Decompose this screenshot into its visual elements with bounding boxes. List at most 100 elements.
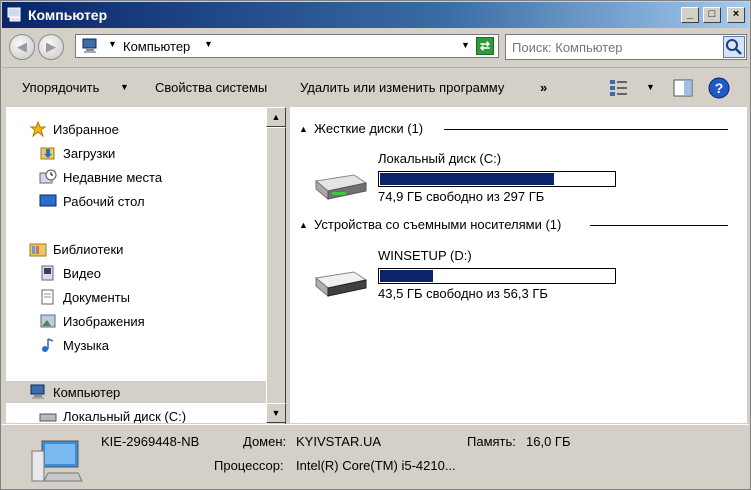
nav-item-favorites[interactable]: Избранное xyxy=(6,118,266,140)
drive-usage-bar xyxy=(378,268,616,284)
group-title: Жесткие диски (1) xyxy=(314,121,430,136)
nav-item-local-disk[interactable]: Локальный диск (C:) xyxy=(6,405,266,423)
arrow-right-icon: ▶ xyxy=(46,39,56,54)
downloads-folder-icon xyxy=(40,147,55,160)
nav-item-images[interactable]: Изображения xyxy=(6,310,266,332)
maximize-button[interactable]: □ xyxy=(703,7,721,23)
details-pane: KIE-2969448-NB Домен: KYIVSTAR.UA Память… xyxy=(2,424,749,489)
content-pane: ▲ Жесткие диски (1) Локальный диск (C:) … xyxy=(290,107,747,423)
cpu-value: Intel(R) Core(TM) i5-4210... xyxy=(296,458,456,473)
nav-item-label: Библиотеки xyxy=(53,242,124,257)
more-commands-button[interactable]: » xyxy=(540,80,547,95)
title-bar[interactable]: Компьютер _ □ × xyxy=(2,2,749,28)
nav-item-label: Изображения xyxy=(63,314,145,329)
nav-item-documents[interactable]: Документы xyxy=(6,286,266,308)
drive-usage-fill xyxy=(380,173,554,185)
nav-scrollbar[interactable]: ▲ ▼ xyxy=(266,107,286,439)
recent-places-icon xyxy=(39,169,57,184)
scroll-thumb[interactable] xyxy=(266,127,286,439)
computer-icon xyxy=(30,384,45,399)
svg-text:?: ? xyxy=(715,80,724,96)
group-header-removable[interactable]: ▲ Устройства со съемными носителями (1) xyxy=(290,215,747,235)
nav-item-recent[interactable]: Недавние места xyxy=(6,166,266,188)
nav-item-libraries[interactable]: Библиотеки xyxy=(6,238,266,260)
drive-free-space: 43,5 ГБ свободно из 56,3 ГБ xyxy=(378,286,548,301)
nav-item-label: Компьютер xyxy=(53,385,121,400)
nav-item-desktop[interactable]: Рабочий стол xyxy=(6,190,266,212)
collapse-icon[interactable]: ▲ xyxy=(299,124,308,134)
nav-item-label: Загрузки xyxy=(63,146,116,161)
nav-item-label: Видео xyxy=(63,266,101,281)
nav-item-video[interactable]: Видео xyxy=(6,262,266,284)
refresh-icon: ⇄ xyxy=(479,39,491,53)
address-row: ◀ ▶ ▼ Компьютер ▼ ▼ ⇄ xyxy=(2,29,749,65)
drive-name: WINSETUP (D:) xyxy=(378,248,472,263)
arrow-left-icon: ◀ xyxy=(17,39,27,54)
drive-item-d[interactable]: WINSETUP (D:) 43,5 ГБ свободно из 56,3 Г… xyxy=(310,248,730,318)
nav-item-label: Рабочий стол xyxy=(63,194,145,209)
search-input[interactable] xyxy=(508,37,720,57)
group-title: Устройства со съемными носителями (1) xyxy=(314,217,568,232)
drive-usage-bar xyxy=(378,171,616,187)
nav-item-downloads[interactable]: Загрузки xyxy=(6,142,266,164)
window-title: Компьютер xyxy=(28,7,108,23)
organize-button[interactable]: Упорядочить xyxy=(22,80,99,95)
removable-drive-icon xyxy=(314,271,368,298)
music-icon xyxy=(42,338,54,352)
memory-value: 16,0 ГБ xyxy=(526,434,571,449)
chevron-down-icon[interactable]: ▼ xyxy=(646,82,655,92)
domain-value: KYIVSTAR.UA xyxy=(296,434,382,449)
drive-free-space: 74,9 ГБ свободно из 297 ГБ xyxy=(378,189,545,204)
preview-pane-icon[interactable] xyxy=(673,78,693,98)
video-icon xyxy=(41,265,54,281)
chevron-down-icon[interactable]: ▼ xyxy=(108,39,117,49)
scroll-up-button[interactable]: ▲ xyxy=(266,107,286,127)
computer-name: KIE-2969448-NB xyxy=(101,434,200,449)
back-button[interactable]: ◀ xyxy=(9,34,35,60)
desktop-icon xyxy=(39,194,57,207)
refresh-button[interactable]: ⇄ xyxy=(476,37,494,55)
view-options-icon[interactable] xyxy=(609,78,631,98)
computer-icon xyxy=(82,38,97,53)
documents-icon xyxy=(41,289,54,305)
star-icon xyxy=(29,121,47,137)
group-divider xyxy=(590,225,728,226)
nav-item-label: Музыка xyxy=(63,338,109,353)
group-header-hard-disks[interactable]: ▲ Жесткие диски (1) xyxy=(290,119,747,139)
drive-item-c[interactable]: Локальный диск (C:) 74,9 ГБ свободно из … xyxy=(310,151,730,221)
breadcrumb[interactable]: Компьютер xyxy=(123,39,190,54)
nav-item-music[interactable]: Музыка xyxy=(6,334,266,356)
scroll-down-button[interactable]: ▼ xyxy=(266,403,286,423)
computer-icon xyxy=(7,7,21,22)
command-bar: Упорядочить ▼ Свойства системы Удалить и… xyxy=(2,67,749,105)
memory-label: Память: xyxy=(467,434,516,449)
group-divider xyxy=(444,129,728,130)
minimize-button[interactable]: _ xyxy=(681,7,699,23)
cpu-label: Процессор: xyxy=(214,458,284,473)
nav-item-computer[interactable]: Компьютер xyxy=(6,381,266,403)
address-history-dropdown[interactable]: ▼ xyxy=(461,40,470,50)
system-properties-button[interactable]: Свойства системы xyxy=(155,80,267,95)
search-box xyxy=(505,34,747,60)
images-icon xyxy=(40,314,56,328)
hard-drive-icon xyxy=(39,413,57,422)
help-icon[interactable]: ? xyxy=(708,77,730,99)
computer-icon xyxy=(31,440,83,482)
uninstall-program-button[interactable]: Удалить или изменить программу xyxy=(300,80,504,95)
search-button[interactable] xyxy=(723,36,745,58)
nav-item-label: Избранное xyxy=(53,122,119,137)
address-bar[interactable]: ▼ Компьютер ▼ ▼ xyxy=(75,34,499,58)
chevron-down-icon[interactable]: ▼ xyxy=(204,39,213,49)
nav-item-label: Локальный диск (C:) xyxy=(63,409,187,423)
chevron-down-icon[interactable]: ▼ xyxy=(120,82,129,92)
nav-item-label: Документы xyxy=(63,290,131,305)
hard-drive-icon xyxy=(314,174,368,201)
navigation-pane: Избранное Загрузки Недавние места Рабочи… xyxy=(6,107,266,423)
close-button[interactable]: × xyxy=(727,7,745,23)
drive-name: Локальный диск (C:) xyxy=(378,151,502,166)
search-icon xyxy=(726,39,742,55)
nav-item-label: Недавние места xyxy=(63,170,163,185)
forward-button[interactable]: ▶ xyxy=(38,34,64,60)
drive-usage-fill xyxy=(380,270,433,282)
collapse-icon[interactable]: ▲ xyxy=(299,220,308,230)
